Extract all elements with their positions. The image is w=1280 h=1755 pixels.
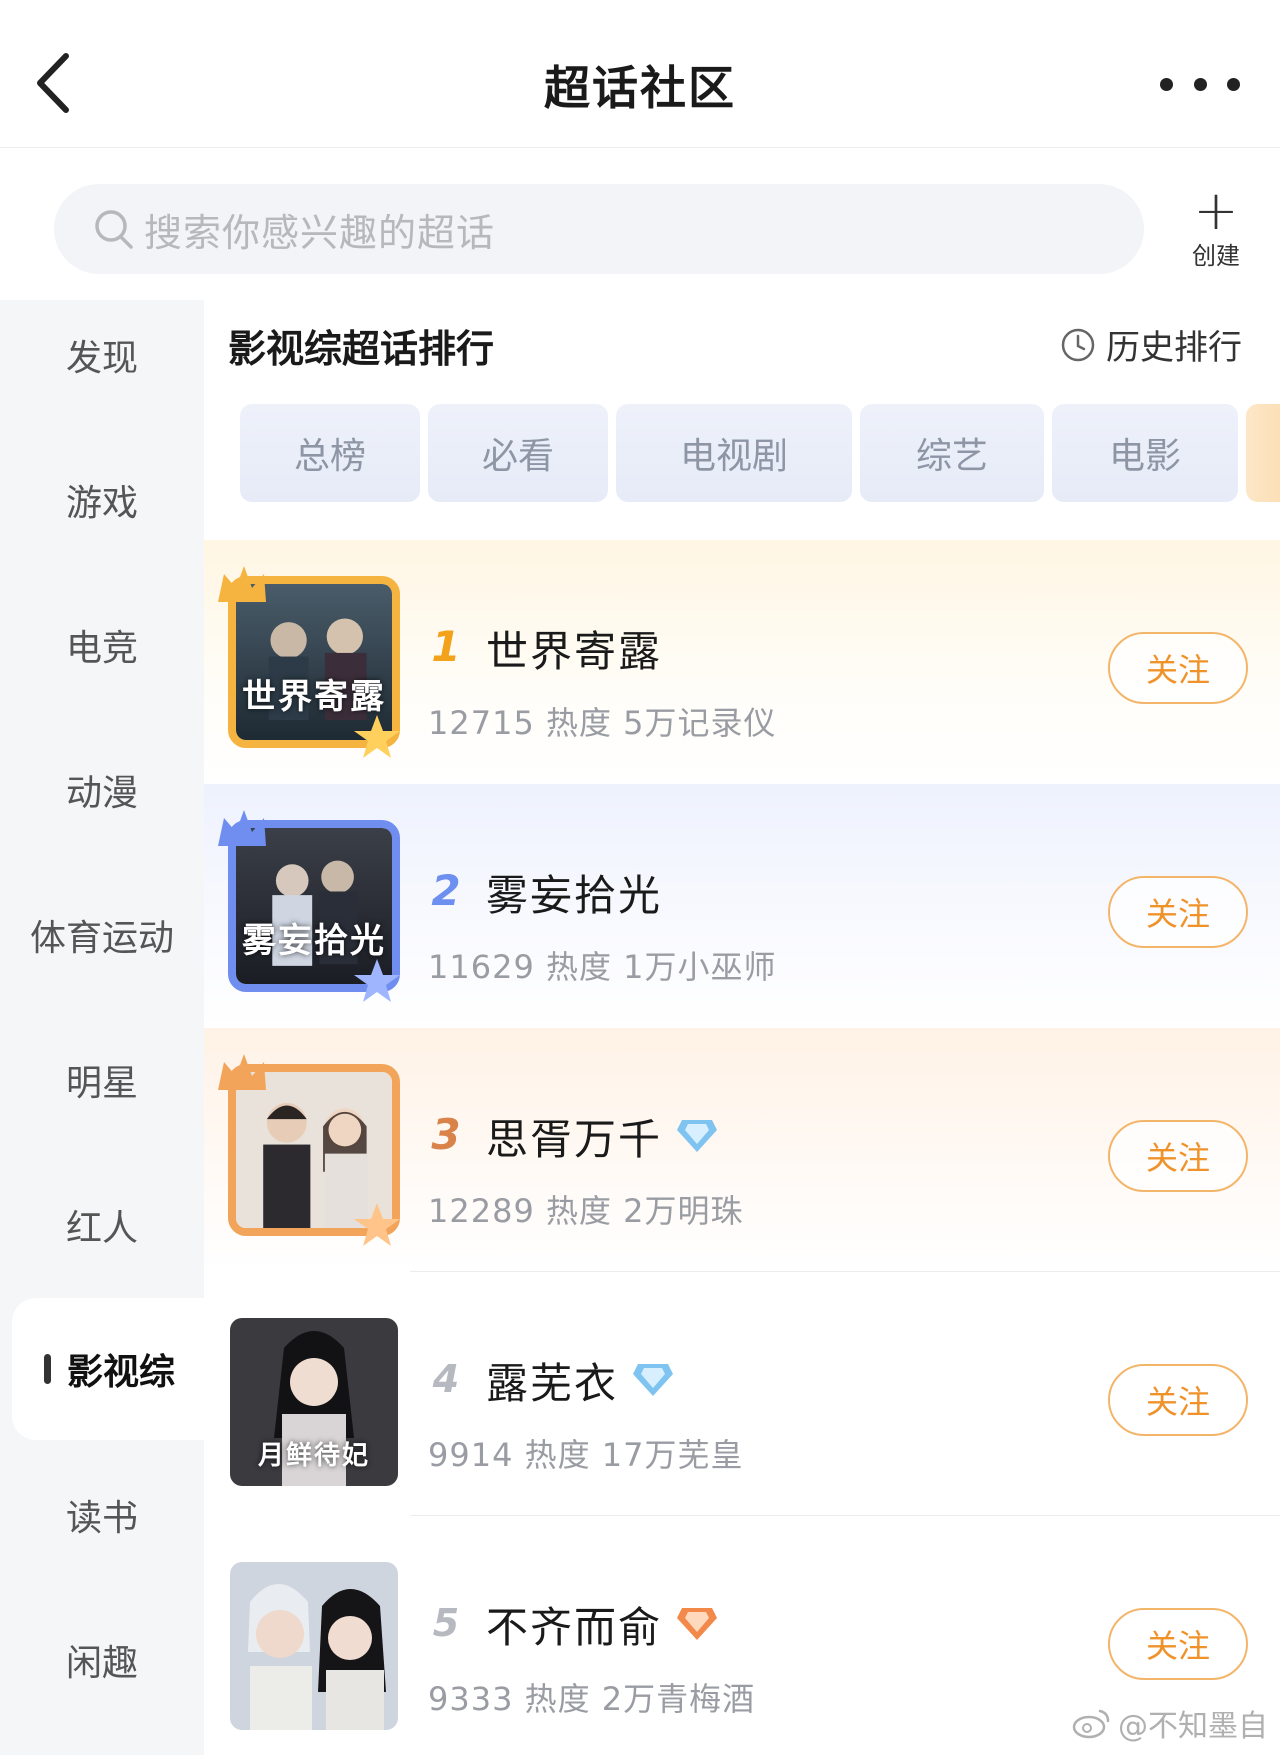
follow-button[interactable]: 关注	[1108, 876, 1248, 948]
sidebar-item-leisure[interactable]: 闲趣	[0, 1605, 204, 1715]
rank-number: 2	[431, 866, 461, 915]
topic-cover: 月鲜待妃	[230, 1318, 398, 1486]
tab-tv-series[interactable]: 电视剧	[616, 404, 852, 502]
topic-stats: 11629 热度 1万小巫师	[428, 948, 777, 986]
top-bar: 超话社区	[0, 0, 1280, 148]
topic-name: 世界寄露	[486, 627, 663, 676]
tab-must-watch[interactable]: 必看	[428, 404, 608, 502]
topic-stats: 12715 热度 5万记录仪	[428, 704, 777, 742]
page-title: 超话社区	[544, 61, 736, 115]
cover-title: 雾妄拾光	[242, 921, 386, 961]
tab-variety[interactable]: 综艺	[860, 404, 1044, 502]
sidebar-item-esports[interactable]: 电竞	[0, 590, 204, 700]
more-dot-icon	[1160, 77, 1173, 91]
tab-overall[interactable]: 总榜	[240, 404, 420, 502]
topic-name: 露芜衣	[486, 1359, 619, 1408]
blue-diamond-icon	[677, 1120, 717, 1152]
search-icon	[95, 210, 133, 249]
rank-number: 5	[432, 1601, 460, 1645]
rank-number: 1	[431, 622, 461, 671]
watermark-text: @不知墨自	[1118, 1709, 1268, 1744]
rank-number: 4	[432, 1357, 460, 1401]
crown-icon	[218, 566, 266, 602]
follow-button[interactable]: 关注	[1108, 632, 1248, 704]
follow-button[interactable]: 关注	[1108, 1364, 1248, 1436]
ranking-row[interactable]: 3 思胥万千 12289 热度 2万明珠 关注	[204, 1028, 1280, 1272]
tab-movies[interactable]: 电影	[1052, 404, 1238, 502]
topic-stats: 9333 热度 2万青梅酒	[428, 1680, 756, 1718]
search-input[interactable]: 搜索你感兴趣的超话	[54, 184, 1144, 274]
ranking-row[interactable]: 世界寄露 1 世界寄露 12715 热度 5万记录仪 关注	[204, 540, 1280, 784]
sidebar-item-anime[interactable]: 动漫	[0, 735, 204, 845]
clock-icon	[1061, 328, 1095, 361]
cover-title: 世界寄露	[242, 677, 386, 717]
crown-icon	[218, 810, 266, 846]
more-options-button[interactable]	[1160, 66, 1240, 102]
sidebar-item-label: 影视综	[66, 1352, 175, 1393]
sidebar-item-film-tv[interactable]: 影视综	[12, 1298, 204, 1440]
history-ranking-button[interactable]: 历史排行	[1060, 320, 1242, 369]
sidebar-item-games[interactable]: 游戏	[0, 445, 204, 555]
follow-button[interactable]: 关注	[1108, 1608, 1248, 1680]
topic-stats: 12289 热度 2万明珠	[428, 1192, 744, 1230]
sidebar-item-discover[interactable]: 发现	[0, 300, 204, 410]
star-icon	[354, 1203, 400, 1246]
ranking-row[interactable]: 雾妄拾光 2 雾妄拾光 11629 热度 1万小巫师 关注	[204, 784, 1280, 1028]
topic-name: 思胥万千	[486, 1115, 663, 1164]
sidebar-item-books[interactable]: 读书	[0, 1460, 204, 1570]
create-label: 创建	[1192, 242, 1240, 270]
page: 超话社区 搜索你感兴趣的超话 + 创建 发现 游戏 电竞 动漫 体育运动 明星 …	[0, 0, 1280, 1755]
cover-image	[230, 1562, 398, 1730]
tab-overflow[interactable]	[1246, 404, 1280, 502]
topic-name: 雾妄拾光	[486, 871, 663, 920]
more-dot-icon	[1227, 77, 1240, 91]
create-button[interactable]: + 创建	[1180, 179, 1252, 271]
topic-stats: 9914 热度 17万芜皇	[428, 1436, 744, 1474]
history-ranking-label: 历史排行	[1106, 328, 1242, 368]
ranking-row[interactable]: 月鲜待妃 4 露芜衣 9914 热度 17万芜皇 关注	[204, 1272, 1280, 1516]
topic-name: 不齐而俞	[486, 1603, 663, 1652]
star-icon	[354, 959, 400, 1002]
plus-icon: +	[1193, 179, 1239, 242]
sidebar-item-influencers[interactable]: 红人	[0, 1170, 204, 1280]
crown-icon	[218, 1054, 266, 1090]
orange-diamond-icon	[677, 1608, 717, 1640]
weibo-icon	[1072, 1709, 1110, 1739]
follow-button[interactable]: 关注	[1108, 1120, 1248, 1192]
star-icon	[354, 715, 400, 758]
sidebar-item-sports[interactable]: 体育运动	[0, 880, 204, 990]
sidebar-item-stars[interactable]: 明星	[0, 1025, 204, 1135]
section-title: 影视综超话排行	[228, 327, 495, 371]
more-dot-icon	[1193, 77, 1207, 91]
active-indicator	[44, 1354, 51, 1384]
cover-title: 月鲜待妃	[257, 1441, 370, 1471]
category-sidebar: 发现 游戏 电竞 动漫 体育运动 明星 红人 影视综 读书 闲趣	[0, 300, 204, 1755]
topic-cover	[230, 1562, 398, 1730]
blue-diamond-icon	[633, 1364, 673, 1396]
search-placeholder: 搜索你感兴趣的超话	[144, 210, 496, 255]
rank-number: 3	[431, 1110, 461, 1159]
ranking-tabs: 总榜 必看 电视剧 综艺 电影	[236, 404, 1280, 504]
watermark: @不知墨自	[1072, 1701, 1268, 1745]
